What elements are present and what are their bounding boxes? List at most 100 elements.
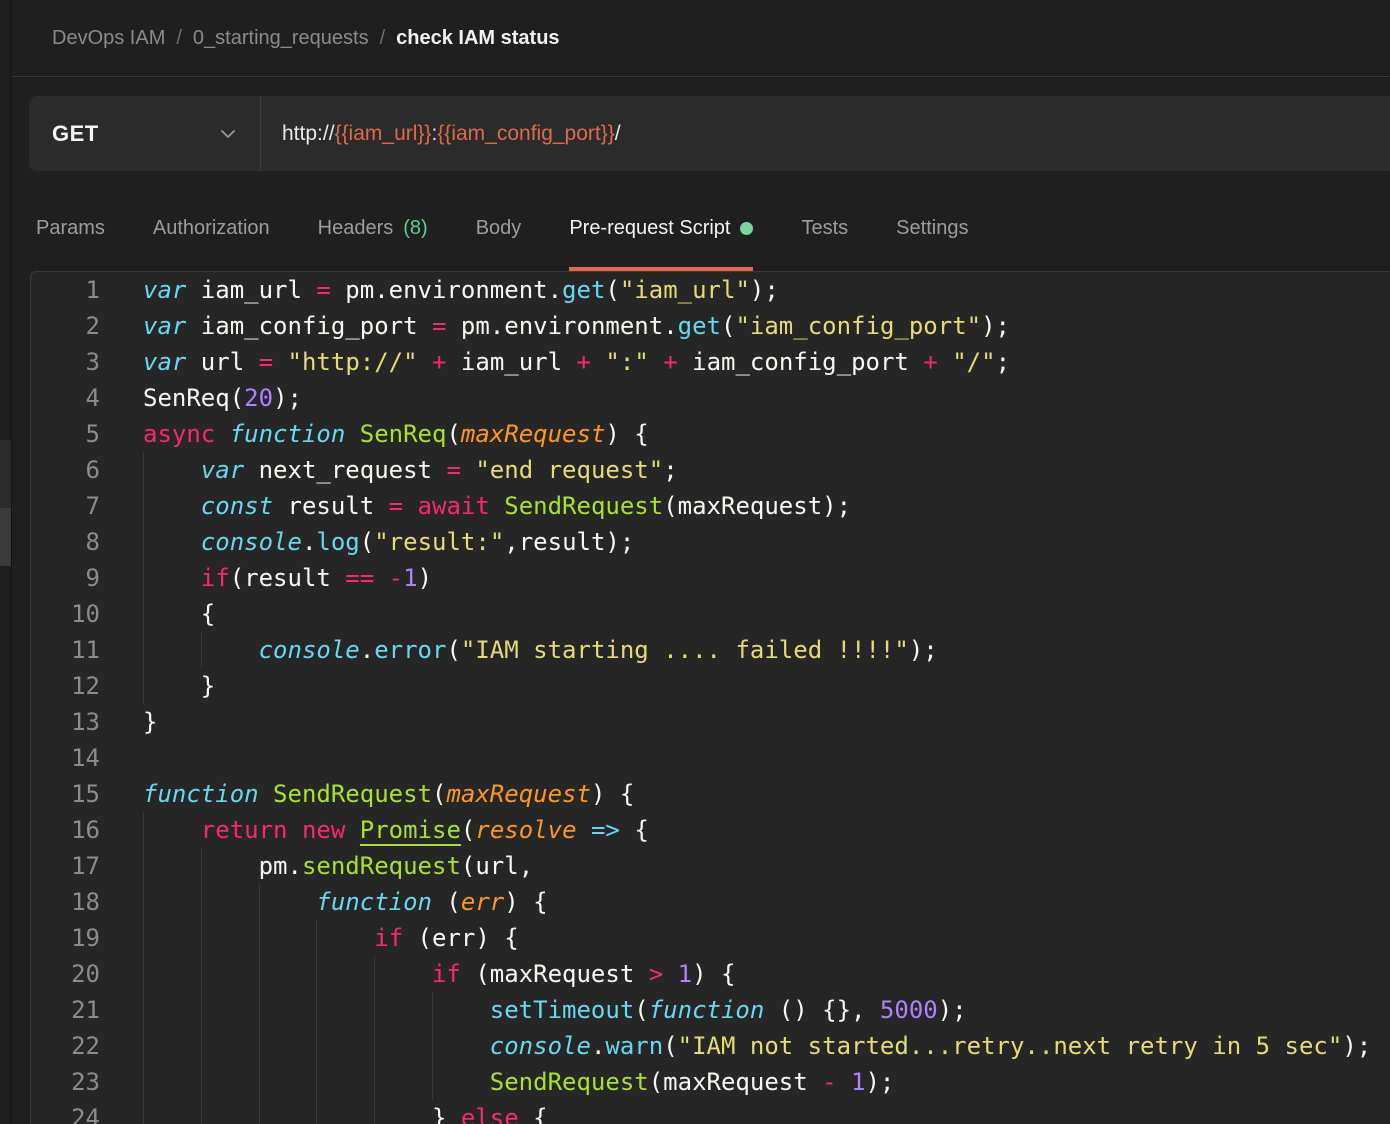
breadcrumb-item[interactable]: 0_starting_requests xyxy=(193,27,369,50)
tab-pre-request-script[interactable]: Pre-request Script xyxy=(569,171,754,271)
breadcrumb: DevOps IAM / 0_starting_requests / check IAM… xyxy=(52,27,560,50)
indent-guide xyxy=(431,1028,433,1064)
indent-guide xyxy=(143,992,144,1028)
tab-body[interactable]: Body xyxy=(476,171,522,271)
indent-guide xyxy=(431,1064,433,1100)
url-variable: {{iam_config_port}} xyxy=(437,121,615,145)
indent-guide xyxy=(143,488,144,524)
tab-params[interactable]: Params xyxy=(36,171,105,271)
indent-guide xyxy=(143,1028,144,1064)
code-line: 23 SendRequest(maxRequest - 1); xyxy=(31,1064,1390,1100)
code-line: 8 console.log("result:",result); xyxy=(31,524,1390,560)
tab-label: Headers xyxy=(317,216,394,239)
indent-guide xyxy=(200,1064,202,1100)
code-line-content: const result = await SendRequest(maxRequ… xyxy=(143,488,1390,524)
breadcrumb-item[interactable]: DevOps IAM xyxy=(52,27,165,50)
request-header: DevOps IAM / 0_starting_requests / check IAM… xyxy=(12,0,1390,77)
indent-guide xyxy=(374,956,376,992)
code-line-content xyxy=(143,740,1390,776)
method-label: GET xyxy=(52,120,99,146)
code-line: 15 function SendRequest(maxRequest) { xyxy=(31,776,1390,812)
code-line-content: SenReq(20); xyxy=(143,384,302,412)
indent-guide xyxy=(374,992,376,1028)
code-line: 19 if (err) { xyxy=(31,920,1390,956)
line-number: 22 xyxy=(71,1032,100,1060)
indent-guide xyxy=(374,1100,376,1124)
code-line-content: var next_request = "end request"; xyxy=(143,452,1390,488)
tab-label: Body xyxy=(475,216,522,239)
code-line: 18 function (err) { xyxy=(31,884,1390,920)
indent-guide xyxy=(143,1064,144,1100)
indent-guide xyxy=(143,560,144,596)
request-method-select[interactable]: GET xyxy=(29,96,261,171)
code-line: 21 setTimeout(function () {}, 5000); xyxy=(31,992,1390,1028)
tab-tests[interactable]: Tests xyxy=(801,171,848,271)
indent-guide xyxy=(143,524,144,560)
code-line-content: setTimeout(function () {}, 5000); xyxy=(143,992,1390,1028)
tab-count-badge: (8) xyxy=(403,216,428,239)
line-number: 2 xyxy=(85,312,100,340)
code-line-content: async function SenReq(maxRequest) { xyxy=(143,420,649,448)
indent-guide xyxy=(316,992,318,1028)
code-line-content: } xyxy=(143,708,158,736)
code-line: 6 var next_request = "end request"; xyxy=(31,452,1390,488)
sidebar-resize-handle[interactable] xyxy=(0,508,11,566)
indent-guide xyxy=(374,1064,376,1100)
breadcrumb-separator: / xyxy=(379,26,386,49)
code-line: 12 } xyxy=(31,668,1390,704)
code-line: 1 var iam_url = pm.environment.get("iam_u… xyxy=(31,272,1390,308)
indent-guide xyxy=(258,1100,260,1124)
code-line: 17 pm.sendRequest(url, xyxy=(31,848,1390,884)
indent-guide xyxy=(200,1100,202,1124)
indent-guide xyxy=(258,1028,260,1064)
line-number: 19 xyxy=(71,924,100,952)
code-line-content: if(result == -1) xyxy=(143,560,1390,596)
tab-authorization[interactable]: Authorization xyxy=(153,171,270,271)
indent-guide xyxy=(431,992,433,1028)
indent-guide xyxy=(143,956,144,992)
code-line: 16 return new Promise(resolve => { xyxy=(31,812,1390,848)
code-line-content: console.warn("IAM not started...retry..n… xyxy=(143,1028,1390,1064)
indent-guide xyxy=(374,1028,376,1064)
indent-guide xyxy=(258,920,260,956)
line-number: 1 xyxy=(85,276,100,304)
script-status-dot xyxy=(740,221,754,235)
line-number: 11 xyxy=(71,636,100,664)
indent-guide xyxy=(143,668,144,704)
code-line: 24 } else { xyxy=(31,1100,1390,1124)
code-editor[interactable]: 1 var iam_url = pm.environment.get("iam_u… xyxy=(30,271,1390,1124)
line-number: 5 xyxy=(85,420,100,448)
sidebar-rail-segment xyxy=(0,440,11,508)
code-line-content: pm.sendRequest(url, xyxy=(143,848,1390,884)
code-line: 4 SenReq(20); xyxy=(31,380,1390,416)
indent-guide xyxy=(200,956,202,992)
indent-guide xyxy=(258,884,260,920)
code-line-content: console.log("result:",result); xyxy=(143,524,1390,560)
url-input[interactable]: http://{{iam_url}}: {{iam_config_port}} / xyxy=(261,96,1390,171)
url-variable: {{iam_url}} xyxy=(334,121,432,145)
indent-guide xyxy=(200,1028,202,1064)
code-line-content: var url = "http://" + iam_url + ":" + ia… xyxy=(143,348,1011,376)
code-line: 20 if (maxRequest > 1) { xyxy=(31,956,1390,992)
line-number: 18 xyxy=(71,888,100,916)
tab-settings[interactable]: Settings xyxy=(896,171,968,271)
url-bar: GET http://{{iam_url}}: {{iam_config_port… xyxy=(29,96,1390,171)
indent-guide xyxy=(143,920,144,956)
code-line-content: function (err) { xyxy=(143,884,1390,920)
indent-guide xyxy=(258,1064,260,1100)
tab-label: Pre-request Script xyxy=(569,216,731,239)
code-line: 14 xyxy=(31,740,1390,776)
line-number: 15 xyxy=(71,780,100,808)
indent-guide xyxy=(316,920,318,956)
line-number: 20 xyxy=(71,960,100,988)
indent-guide xyxy=(316,1028,318,1064)
code-line: 13} xyxy=(31,704,1390,740)
tab-headers[interactable]: Headers (8) xyxy=(318,171,428,271)
code-line-content: SendRequest(maxRequest - 1); xyxy=(143,1064,1390,1100)
indent-guide xyxy=(200,884,202,920)
line-number: 21 xyxy=(71,996,100,1024)
code-line: 3 var url = "http://" + iam_url + ":" + i… xyxy=(31,344,1390,380)
url-text: / xyxy=(614,121,621,145)
tab-label: Settings xyxy=(896,216,969,239)
line-number: 17 xyxy=(71,852,100,880)
